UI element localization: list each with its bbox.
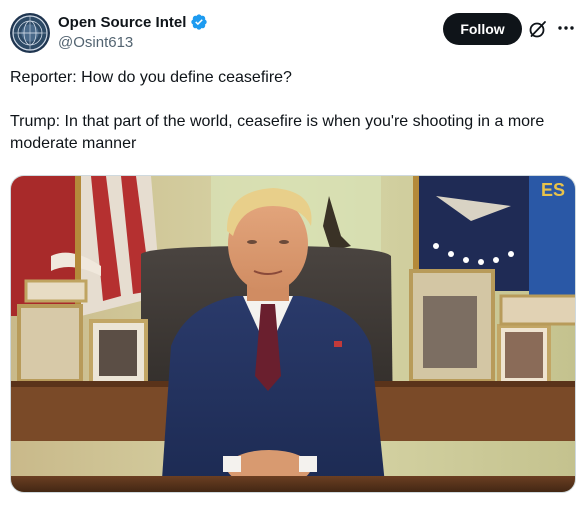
verified-badge-icon	[191, 14, 208, 30]
follow-button[interactable]: Follow	[443, 13, 522, 45]
globe-compass-avatar-icon	[12, 15, 48, 51]
avatar[interactable]	[10, 13, 50, 53]
flag-lettering: ES	[541, 180, 565, 200]
grok-icon[interactable]	[528, 19, 548, 39]
more-icon[interactable]	[556, 18, 576, 38]
author-handle[interactable]: @Osint613	[58, 34, 133, 51]
tweet-header: Open Source Intel @Osint613 Follow	[0, 0, 586, 64]
author-name-row: Open Source Intel	[58, 13, 208, 31]
tweet-video[interactable]: ES	[10, 175, 576, 493]
tweet-text: Reporter: How do you define ceasefire? T…	[10, 69, 545, 152]
author-display-name[interactable]: Open Source Intel	[58, 14, 186, 31]
video-still-image: ES	[11, 176, 575, 492]
